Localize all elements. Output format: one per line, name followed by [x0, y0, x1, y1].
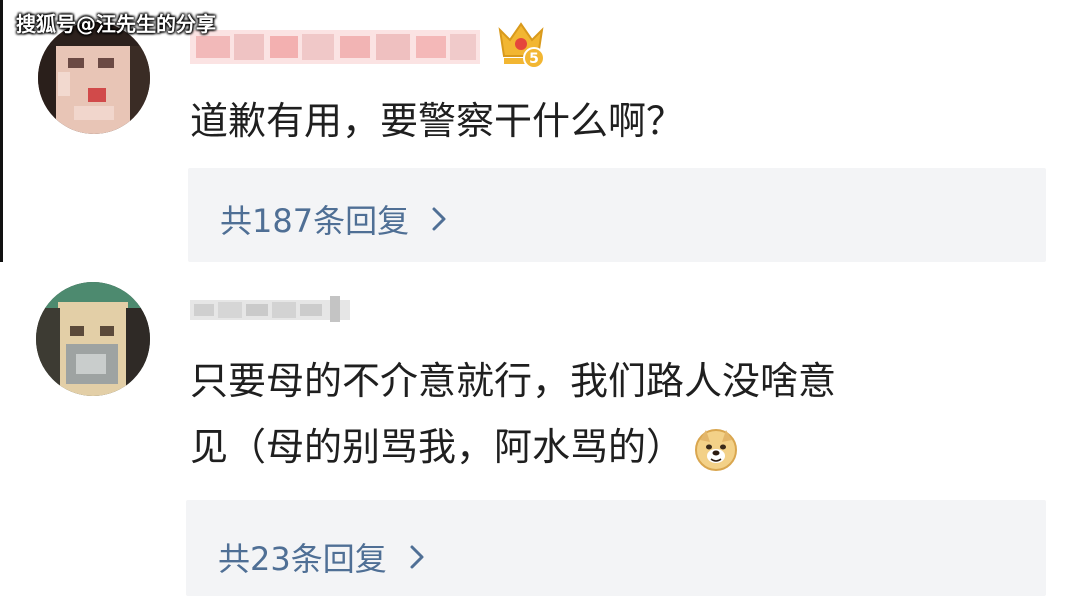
comment-line-with-emoji: 见（母的别骂我，阿水骂的）: [190, 414, 836, 480]
crown-level-badge-icon: 5: [496, 18, 546, 70]
chevron-right-icon: [410, 545, 424, 569]
comment-text: 只要母的不介意就行，我们路人没啥意 见（母的别骂我，阿水骂的）: [190, 348, 836, 480]
chevron-right-icon: [432, 207, 446, 231]
badge-level: 5: [529, 51, 539, 67]
reply-count-link[interactable]: 共187条回复: [220, 196, 447, 242]
user-avatar-icon: [38, 22, 150, 134]
comment-line: 道歉有用，要警察干什么啊？: [190, 99, 685, 143]
avatar[interactable]: [38, 22, 150, 134]
username-blurred[interactable]: [190, 294, 350, 326]
comment-line: 只要母的不介意就行，我们路人没啥意: [190, 359, 837, 403]
reply-count-label: 共187条回复: [220, 202, 410, 240]
reply-box[interactable]: 共187条回复: [188, 168, 1046, 262]
username-blurred[interactable]: [190, 22, 480, 70]
watermark: 搜狐号@汪先生的分享: [16, 12, 216, 36]
reply-box[interactable]: 共23条回复: [186, 500, 1046, 596]
comment-line: 见（母的别骂我，阿水骂的）: [190, 425, 685, 469]
user-avatar-icon: [36, 282, 150, 396]
comment-screenshot: 搜狐号@汪先生的分享 5 道歉有用，要警察干什么啊？ 共187条回复 只要母的不…: [0, 0, 1080, 596]
reply-count-link[interactable]: 共23条回复: [218, 534, 425, 580]
doge-emoji-icon: [695, 428, 738, 471]
reply-count-label: 共23条回复: [218, 540, 387, 578]
avatar[interactable]: [36, 282, 150, 396]
left-border: [0, 0, 3, 262]
comment-text: 道歉有用，要警察干什么啊？: [190, 88, 684, 154]
